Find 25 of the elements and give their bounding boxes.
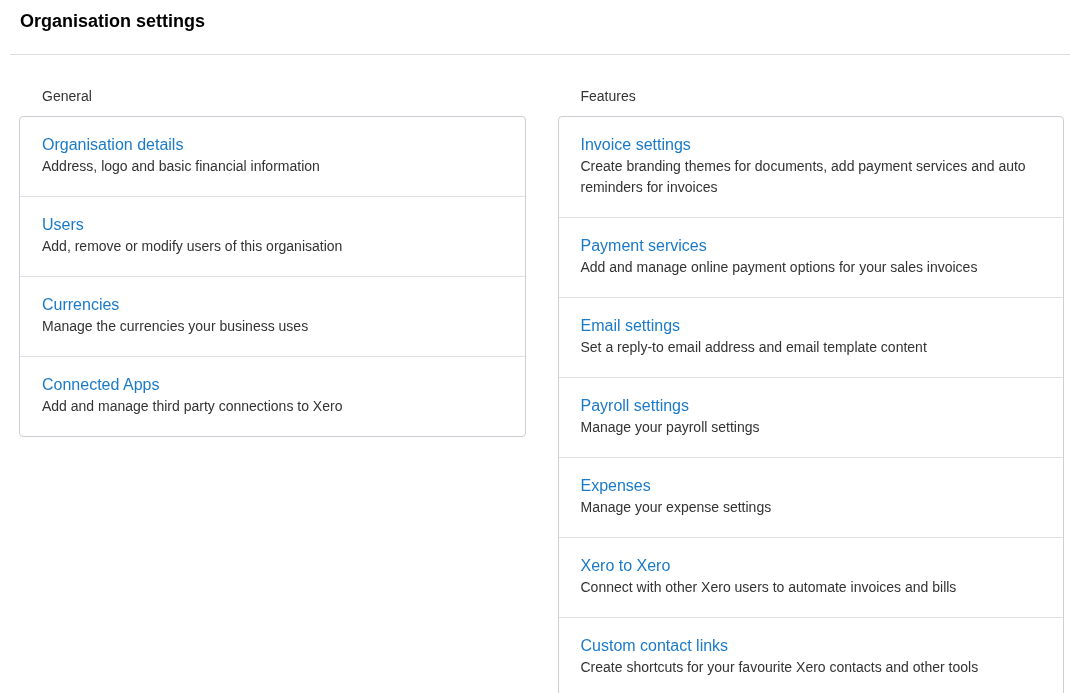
settings-link[interactable]: Email settings	[580, 315, 681, 337]
settings-link[interactable]: Payment services	[580, 235, 707, 257]
settings-description: Connect with other Xero users to automate invoices and bills	[580, 578, 958, 597]
settings-link[interactable]: Organisation details	[42, 134, 184, 156]
section-heading: General	[41, 87, 92, 106]
settings-description: Create branding themes for documents, add payment services and auto reminders for invoices	[580, 157, 1027, 197]
settings-link[interactable]: Invoice settings	[580, 134, 691, 156]
settings-link[interactable]: Payroll settings	[580, 395, 689, 417]
section-heading: Features	[579, 87, 636, 106]
settings-description: Add, remove or modify users of this organisation	[42, 237, 344, 256]
settings-link[interactable]: Connected Apps	[42, 374, 160, 396]
settings-description: Set a reply-to email address and email template content	[580, 338, 928, 357]
settings-link[interactable]: Custom contact links	[580, 635, 729, 657]
settings-description: Add and manage online payment options for your sales invoices	[580, 258, 979, 277]
settings-description: Add and manage third party connections to Xero	[42, 397, 344, 416]
settings-link[interactable]: Expenses	[580, 475, 651, 497]
settings-link[interactable]: Users	[42, 214, 84, 236]
settings-description: Address, logo and basic financial information	[42, 157, 321, 176]
settings-description: Manage your payroll settings	[580, 418, 761, 437]
settings-description: Manage the currencies your business uses	[42, 317, 310, 336]
settings-description: Manage your expense settings	[580, 498, 773, 517]
page-title: Organisation settings	[20, 10, 206, 32]
settings-description: Create shortcuts for your favourite Xero contacts and other tools	[580, 658, 980, 677]
settings-link[interactable]: Xero to Xero	[580, 555, 671, 577]
settings-link[interactable]: Currencies	[42, 294, 120, 316]
